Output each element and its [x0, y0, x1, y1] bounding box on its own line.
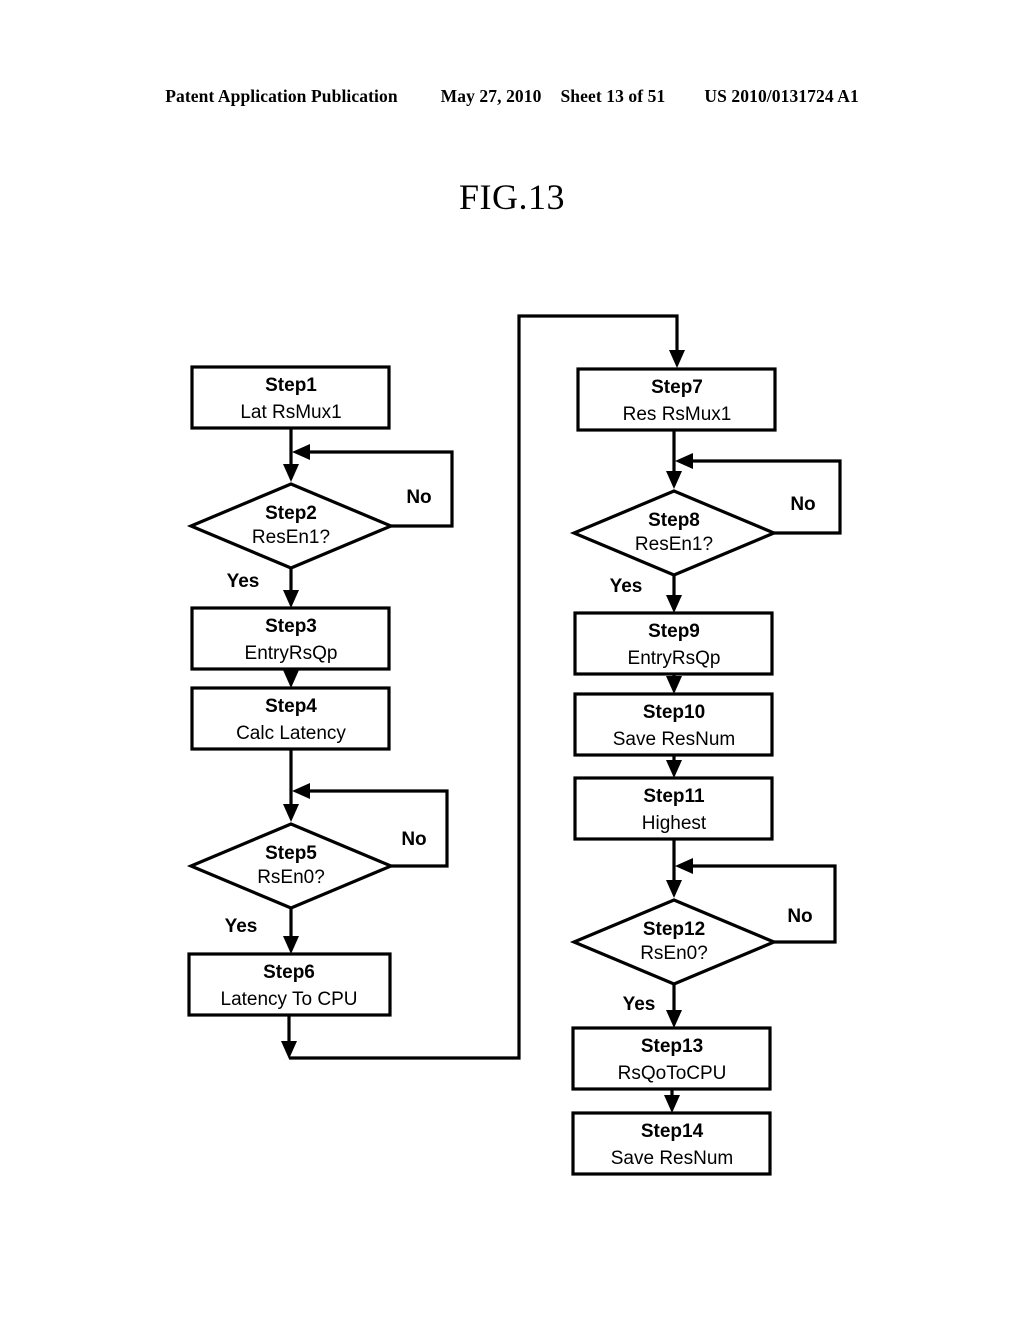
flow-node-step6-sub: Latency To CPU	[221, 989, 358, 1010]
flow-node-step1-sub: Lat RsMux1	[240, 402, 341, 423]
patent-page: Patent Application Publication May 27, 2…	[0, 0, 1024, 1320]
flow-node-step10: Step10 Save ResNum	[573, 692, 774, 757]
flow-node-step9-title: Step9	[648, 621, 700, 642]
flow-node-step3-sub: EntryRsQp	[245, 643, 338, 664]
flow-node-step4-title: Step4	[265, 696, 317, 717]
flow-node-step11: Step11 Highest	[573, 776, 774, 841]
flow-node-step4-sub: Calc Latency	[236, 723, 346, 744]
edge-label-step5-yes: Yes	[225, 916, 258, 937]
edge-label-step8-yes: Yes	[610, 576, 643, 597]
flow-node-step3: Step3 EntryRsQp	[190, 606, 391, 671]
connector-step10-to-step11	[666, 755, 682, 778]
flow-node-step3-title: Step3	[265, 616, 317, 637]
connector-step3-to-step4	[283, 669, 299, 688]
flow-node-step11-sub: Highest	[642, 813, 707, 834]
connector-step2-to-step3	[283, 568, 299, 608]
connector-step4-to-step5	[283, 749, 299, 822]
flow-node-step5-title: Step5	[265, 843, 317, 864]
flow-node-step10-title: Step10	[643, 702, 705, 723]
flow-node-step14-sub: Save ResNum	[611, 1148, 734, 1169]
flow-node-step12-title: Step12	[643, 919, 705, 940]
edge-label-step2-yes: Yes	[227, 571, 260, 592]
connector-step1-to-step2	[283, 428, 299, 482]
connector-step13-to-step14	[664, 1089, 680, 1113]
flow-node-step12-sub: RsEn0?	[640, 943, 708, 964]
flow-node-step5-sub: RsEn0?	[257, 867, 325, 888]
edge-label-step2-no: No	[406, 487, 431, 508]
edge-label-step12-no: No	[787, 906, 812, 927]
flow-node-step2-title: Step2	[265, 503, 317, 524]
flow-node-step5: Step5 RsEn0?	[186, 822, 396, 910]
edge-label-step12-yes: Yes	[623, 994, 656, 1015]
flow-node-step6: Step6 Latency To CPU	[187, 952, 392, 1017]
flow-node-step13-title: Step13	[641, 1036, 703, 1057]
connector-step5-to-step6	[283, 908, 299, 954]
flow-node-step8: Step8 ResEn1?	[569, 489, 779, 577]
flow-node-step10-sub: Save ResNum	[613, 729, 736, 750]
connector-step11-to-step12	[666, 839, 682, 898]
flow-node-step14: Step14 Save ResNum	[571, 1111, 772, 1176]
flow-node-step12: Step12 RsEn0?	[569, 898, 779, 986]
flow-node-step7-sub: Res RsMux1	[623, 404, 732, 425]
flow-node-step8-sub: ResEn1?	[635, 534, 713, 555]
flow-node-step8-title: Step8	[648, 510, 700, 531]
flow-node-step7-title: Step7	[651, 377, 703, 398]
edge-label-step5-no: No	[401, 829, 426, 850]
flow-node-step9: Step9 EntryRsQp	[573, 611, 774, 676]
edge-label-step8-no: No	[790, 494, 815, 515]
flow-node-step7: Step7 Res RsMux1	[576, 367, 777, 432]
connector-step12-to-step13	[666, 984, 682, 1028]
flow-node-step2: Step2 ResEn1?	[186, 482, 396, 570]
flow-node-step6-title: Step6	[263, 962, 315, 983]
flow-node-step13: Step13 RsQoToCPU	[571, 1026, 772, 1091]
flow-node-step1-title: Step1	[265, 375, 317, 396]
connector-step8-to-step9	[666, 575, 682, 613]
flow-node-step1: Step1 Lat RsMux1	[190, 365, 391, 430]
flow-node-step13-sub: RsQoToCPU	[618, 1063, 727, 1084]
flow-node-step4: Step4 Calc Latency	[190, 686, 391, 751]
flow-node-step9-sub: EntryRsQp	[628, 648, 721, 669]
flow-node-step11-title: Step11	[643, 786, 705, 807]
flowchart-diagram: Step1 Lat RsMux1 Step2 ResEn1? No Yes St…	[186, 314, 842, 1176]
flow-node-step2-sub: ResEn1?	[252, 527, 330, 548]
connector-step9-to-step10	[666, 674, 682, 694]
flow-node-step14-title: Step14	[641, 1121, 704, 1142]
